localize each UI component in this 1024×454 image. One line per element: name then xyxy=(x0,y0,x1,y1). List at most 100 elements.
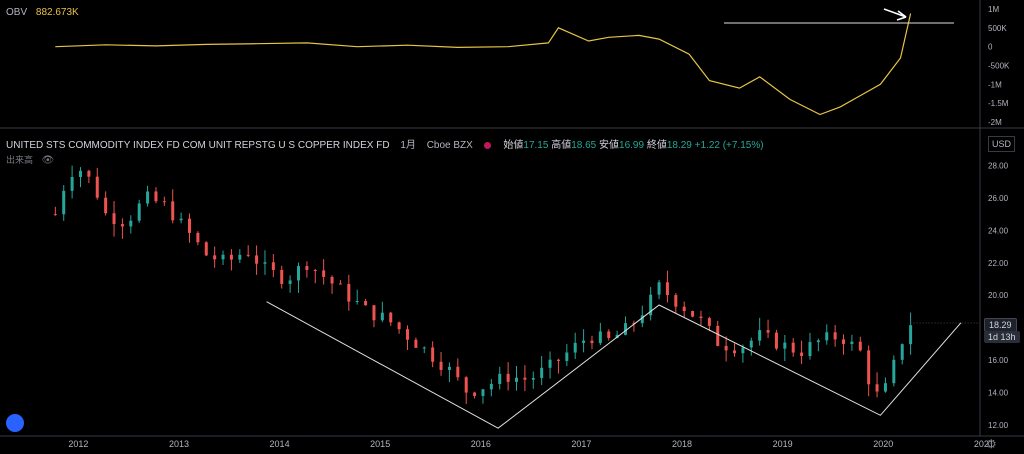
volume-legend: 出来高 👁 xyxy=(6,153,54,166)
price-tick-label: 22.00 xyxy=(988,259,1009,268)
symbol-title[interactable]: UNITED STS COMMODITY INDEX FD COM UNIT R… xyxy=(6,140,390,151)
candle-body xyxy=(456,366,460,378)
candle-body xyxy=(766,330,770,333)
candle-body xyxy=(87,170,91,177)
obv-value: 882.673K xyxy=(35,7,79,18)
candle-body xyxy=(850,341,854,344)
candle-body xyxy=(590,340,594,344)
candle-body xyxy=(741,347,745,354)
candle-body xyxy=(909,325,913,345)
candle-body xyxy=(548,359,552,368)
candle-body xyxy=(883,383,887,392)
logo-icon[interactable] xyxy=(6,414,24,432)
candle-body xyxy=(389,312,393,323)
obv-tick-label: 1M xyxy=(988,5,999,14)
candle-body xyxy=(707,318,711,326)
obv-tick-label: -1M xyxy=(988,80,1002,89)
price-tick-label: 16.00 xyxy=(988,356,1009,365)
candle-body xyxy=(330,276,334,284)
time-tick-label: 2018 xyxy=(672,439,692,449)
candle-body xyxy=(246,254,250,256)
candle-body xyxy=(481,389,485,396)
candle-body xyxy=(229,254,233,260)
candle-body xyxy=(355,300,359,302)
candle-body xyxy=(808,342,812,357)
chart-canvas: 1M 500K 0 -500K -1M -1.5M -2M 28.00 26.00 24.00 22… xyxy=(0,0,1024,449)
obv-tick-label: 0 xyxy=(988,43,993,52)
candle-body xyxy=(858,341,862,351)
price-tick-label: 12.00 xyxy=(988,421,1009,430)
candle-body xyxy=(78,170,82,178)
annotation-arrow xyxy=(883,8,907,18)
exchange-label: Cboe BZX xyxy=(426,140,473,151)
candle-body xyxy=(716,325,720,346)
candle-body xyxy=(129,220,133,227)
candle-body xyxy=(213,255,217,260)
candle-body xyxy=(406,329,410,340)
candle-body xyxy=(624,323,628,335)
candle-body xyxy=(724,345,728,351)
eye-icon[interactable]: 👁 xyxy=(42,155,55,166)
obv-tick-label: 500K xyxy=(988,24,1007,33)
time-tick-label: 2019 xyxy=(773,439,793,449)
price-tick-label: 20.00 xyxy=(988,291,1009,300)
candle-body xyxy=(665,282,669,296)
candle-body xyxy=(674,295,678,307)
candle-body xyxy=(531,377,535,380)
time-tick-label: 2014 xyxy=(270,439,290,449)
candle-body xyxy=(833,332,837,340)
candle-body xyxy=(372,305,376,321)
candle-body xyxy=(347,284,351,302)
candle-body xyxy=(338,283,342,285)
obv-legend: OBV 882.673K xyxy=(6,7,79,18)
candle-body xyxy=(749,340,753,348)
price-tick-label: 14.00 xyxy=(988,389,1009,398)
candle-body xyxy=(582,340,586,343)
candle-body xyxy=(691,311,695,317)
currency-badge[interactable]: USD xyxy=(988,136,1016,152)
time-tick-label: 2015 xyxy=(370,439,390,449)
candle-body xyxy=(70,177,74,191)
candle-body xyxy=(162,201,166,203)
candle-body xyxy=(297,266,301,281)
candle-body xyxy=(137,203,141,221)
obv-series-line xyxy=(55,13,912,116)
obv-tick-label: -1.5M xyxy=(988,99,1009,108)
candle-body xyxy=(598,331,602,344)
candle-body xyxy=(565,352,569,361)
candle-body xyxy=(699,316,703,319)
price-tick-label: 24.00 xyxy=(988,226,1009,235)
candle-body xyxy=(682,306,686,312)
interval-label[interactable]: 1月 xyxy=(400,140,416,151)
candle-body xyxy=(556,359,560,361)
candle-body xyxy=(791,342,795,353)
time-tick-label: 2016 xyxy=(471,439,491,449)
candle-body xyxy=(867,350,871,385)
candle-body xyxy=(179,218,183,221)
candle-body xyxy=(439,361,443,370)
market-status-icon xyxy=(483,141,491,149)
price-tick-label: 28.00 xyxy=(988,161,1009,170)
candle-body xyxy=(515,377,519,382)
gear-icon[interactable]: ⚙ xyxy=(986,437,997,451)
candle-body xyxy=(657,282,661,295)
candle-body xyxy=(187,218,191,233)
candle-body xyxy=(498,373,502,384)
candle-body xyxy=(842,339,846,344)
candle-body xyxy=(280,269,284,284)
candle-body xyxy=(431,347,435,362)
candle-body xyxy=(774,332,778,349)
time-tick-label: 2020 xyxy=(873,439,893,449)
candle-body xyxy=(506,373,510,382)
candle-body xyxy=(489,383,493,390)
candle-body xyxy=(892,359,896,384)
candle-body xyxy=(783,342,787,349)
candle-body xyxy=(238,254,242,260)
candle-body xyxy=(607,331,611,339)
candle-body xyxy=(271,262,275,270)
candle-body xyxy=(364,300,368,306)
candle-body xyxy=(900,344,904,360)
candle-body xyxy=(473,392,477,396)
bar-countdown-badge: 1d 13h xyxy=(984,331,1020,343)
candle-body xyxy=(171,201,175,221)
